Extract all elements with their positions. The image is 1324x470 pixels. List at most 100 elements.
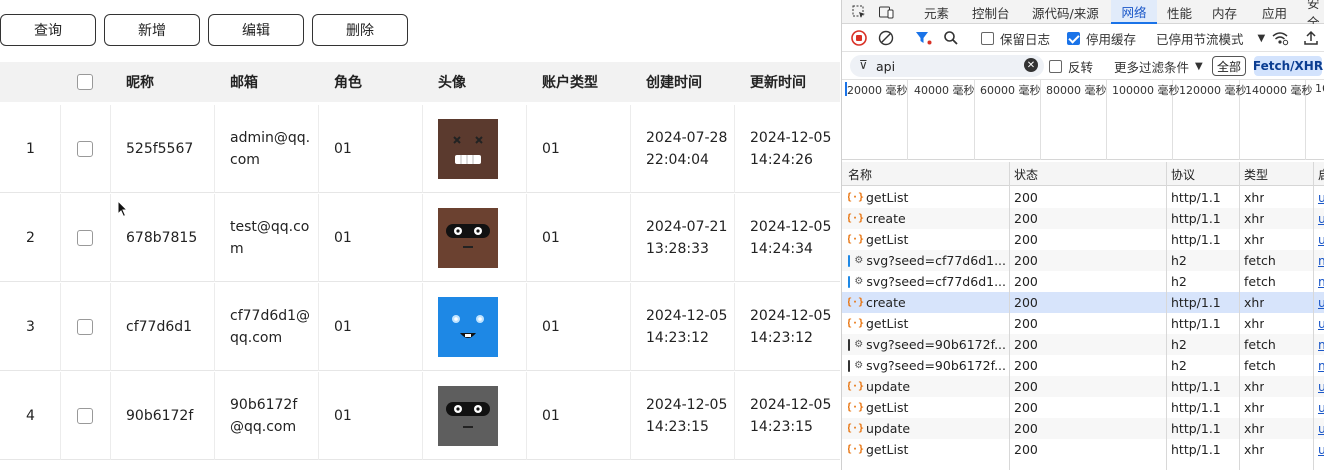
row-select-cell[interactable] xyxy=(77,372,93,460)
request-initiator-link[interactable]: m xyxy=(1318,271,1324,292)
network-conditions-icon[interactable] xyxy=(1271,30,1289,46)
request-row[interactable]: {·}create 200 http/1.1 xhr u xyxy=(842,292,1324,313)
column-divider[interactable] xyxy=(1313,162,1314,470)
invert-toggle[interactable]: 反转 xyxy=(1049,52,1093,80)
devtools-tab[interactable]: 网络 xyxy=(1111,0,1157,24)
devtools-tab[interactable]: 安全 xyxy=(1307,0,1324,30)
request-row[interactable]: ⚙svg?seed=90b6172f... 200 h2 fetch m xyxy=(842,355,1324,376)
column-divider[interactable] xyxy=(1166,162,1167,470)
column-initiator[interactable]: 启 xyxy=(1318,162,1324,186)
more-filters-dropdown[interactable]: 更多过滤条件 ▼ xyxy=(1114,52,1203,80)
table-header: 昵称 邮箱 角色 头像 账户类型 创建时间 更新时间 xyxy=(0,62,840,102)
request-row[interactable]: {·}create 200 http/1.1 xhr u xyxy=(842,208,1324,229)
table-row[interactable]: 4 90b6172f 90b6172f @qq.com 01 01 2024-12-05 14… xyxy=(0,372,840,460)
column-name[interactable]: 名称 xyxy=(848,162,872,186)
request-row[interactable]: {·}getList 200 http/1.1 xhr u xyxy=(842,313,1324,334)
edit-button[interactable]: 编辑 xyxy=(208,14,304,46)
row-checkbox[interactable] xyxy=(77,141,93,157)
disable-cache-checkbox[interactable] xyxy=(1067,31,1080,45)
row-checkbox[interactable] xyxy=(77,230,93,246)
devtools-tab[interactable]: 内存 xyxy=(1212,0,1237,24)
select-all-cell[interactable] xyxy=(77,62,93,102)
request-row[interactable]: {·}getList 200 http/1.1 xhr u xyxy=(842,397,1324,418)
filter-all-chip[interactable]: 全部 xyxy=(1212,56,1246,76)
devtools-tab[interactable]: 元素 xyxy=(924,0,949,24)
request-initiator-link[interactable]: u xyxy=(1318,187,1324,208)
row-checkbox[interactable] xyxy=(77,319,93,335)
request-initiator-link[interactable]: u xyxy=(1318,439,1324,460)
account-type-cell: 01 xyxy=(542,319,560,335)
filter-input[interactable]: ⊽ api ✕ xyxy=(850,55,1044,77)
column-status[interactable]: 状态 xyxy=(1014,162,1038,186)
clear-filter-icon[interactable]: ✕ xyxy=(1024,58,1038,72)
avatar-cell xyxy=(438,283,498,371)
filter-icon[interactable] xyxy=(915,30,933,46)
preserve-log-toggle[interactable]: 保留日志 xyxy=(981,24,1050,52)
created-time-cell-line: 14:23:12 xyxy=(646,330,709,346)
row-select-cell[interactable] xyxy=(77,105,93,193)
request-row[interactable]: ⚙svg?seed=cf77d6d1... 200 h2 fetch m xyxy=(842,250,1324,271)
request-row[interactable]: {·}update 200 http/1.1 xhr u xyxy=(842,418,1324,439)
upload-icon[interactable] xyxy=(1303,30,1319,46)
request-name-cell: {·}getList xyxy=(848,439,1006,460)
table-row[interactable]: 3 cf77d6d1 cf77d6d1@ qq.com 01 01 2024-12-05 14… xyxy=(0,283,840,371)
screen: 查询 新增 编辑 删除 昵称 邮箱 角色 头像 账户类型 创建时间 更新时间 1… xyxy=(0,0,1324,470)
row-select-cell[interactable] xyxy=(77,283,93,371)
invert-checkbox[interactable] xyxy=(1049,59,1062,73)
devtools-tab[interactable]: 应用 xyxy=(1262,0,1287,24)
throttling-value: 已停用节流模式 xyxy=(1156,31,1244,47)
request-initiator-link[interactable]: u xyxy=(1318,292,1324,313)
xhr-icon: {·} xyxy=(848,234,865,245)
request-initiator-link[interactable]: u xyxy=(1318,418,1324,439)
clear-icon[interactable] xyxy=(878,30,894,46)
request-row[interactable]: {·}getList 200 http/1.1 xhr u xyxy=(842,439,1324,460)
column-type[interactable]: 类型 xyxy=(1244,162,1268,186)
delete-button[interactable]: 删除 xyxy=(312,14,408,46)
request-row[interactable]: {·}getList 200 http/1.1 xhr u xyxy=(842,187,1324,208)
request-row[interactable]: {·}getList 200 http/1.1 xhr u xyxy=(842,229,1324,250)
request-row[interactable]: ⚙svg?seed=cf77d6d1... 200 h2 fetch m xyxy=(842,271,1324,292)
request-initiator-link[interactable]: m xyxy=(1318,355,1324,376)
user-management-app: 查询 新增 编辑 删除 昵称 邮箱 角色 头像 账户类型 创建时间 更新时间 1… xyxy=(0,0,840,470)
select-all-checkbox[interactable] xyxy=(77,74,93,90)
column-divider[interactable] xyxy=(1009,162,1010,470)
preserve-log-checkbox[interactable] xyxy=(981,31,994,45)
table-row[interactable]: 1 525f5567 admin@qq. com 01 01 2024-07-28 22:04… xyxy=(0,105,840,193)
devtools-tab[interactable]: 性能 xyxy=(1167,0,1192,24)
request-initiator-link[interactable]: u xyxy=(1318,229,1324,250)
request-initiator-link[interactable]: m xyxy=(1318,334,1324,355)
request-initiator-link[interactable]: u xyxy=(1318,208,1324,229)
request-initiator-link[interactable]: u xyxy=(1318,376,1324,397)
request-initiator-link[interactable]: m xyxy=(1318,250,1324,271)
devtools-tab[interactable]: 控制台 xyxy=(972,0,1010,24)
created-time-cell-line: 2024-07-28 xyxy=(646,130,728,146)
request-row[interactable]: ⚙svg?seed=90b6172f... 200 h2 fetch m xyxy=(842,334,1324,355)
row-select-cell[interactable] xyxy=(77,194,93,282)
request-name: svg?seed=90b6172f... xyxy=(866,337,1006,352)
devtools-tab[interactable]: 源代码/来源 xyxy=(1032,0,1099,24)
stop-recording-icon[interactable] xyxy=(851,30,867,46)
device-toolbar-icon[interactable] xyxy=(878,4,894,20)
mouse-cursor-icon xyxy=(117,200,129,218)
timeline-label: 60000 毫秒 xyxy=(980,84,1041,97)
header-nickname: 昵称 xyxy=(126,75,154,91)
request-row[interactable]: {·}update 200 http/1.1 xhr u xyxy=(842,376,1324,397)
inspect-element-icon[interactable] xyxy=(851,4,867,20)
column-protocol[interactable]: 协议 xyxy=(1171,162,1195,186)
request-initiator-link[interactable]: u xyxy=(1318,397,1324,418)
role-cell: 01 xyxy=(334,319,352,335)
disable-cache-toggle[interactable]: 停用缓存 xyxy=(1067,24,1136,52)
add-button[interactable]: 新增 xyxy=(104,14,200,46)
search-icon[interactable] xyxy=(943,30,959,46)
row-checkbox[interactable] xyxy=(77,408,93,424)
query-button[interactable]: 查询 xyxy=(0,14,96,46)
column-divider[interactable] xyxy=(1239,162,1240,470)
request-initiator-link[interactable]: u xyxy=(1318,313,1324,334)
cell-divider xyxy=(734,372,735,460)
throttling-select[interactable]: 已停用节流模式 ▼ xyxy=(1156,24,1265,52)
request-name-cell: ⚙ svg?seed=cf77d6d1... xyxy=(848,271,1006,292)
email-cell-line: m xyxy=(230,241,244,257)
request-status: 200 xyxy=(1014,337,1038,352)
network-timeline-overview[interactable]: 20000 毫秒 40000 毫秒 60000 毫秒 80000 毫秒 100000 毫… xyxy=(842,80,1324,160)
filter-fetch-xhr-chip[interactable]: Fetch/XHR xyxy=(1253,56,1323,76)
